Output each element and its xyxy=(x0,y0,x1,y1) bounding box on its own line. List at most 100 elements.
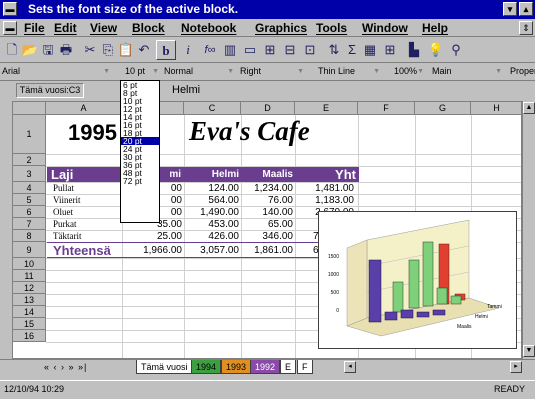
font-select[interactable]: Arial ▼ xyxy=(2,64,112,79)
tab-tama-vuosi[interactable]: Tämä vuosi xyxy=(136,360,193,374)
cell-b[interactable]: 00 xyxy=(163,183,182,194)
font-size-option[interactable]: 72 pt xyxy=(121,177,159,186)
header-e[interactable]: Yht xyxy=(296,167,356,182)
print-icon[interactable]: 🖶 xyxy=(56,40,76,60)
title-year[interactable]: 1995 xyxy=(68,120,117,146)
row-header-2[interactable]: 2 xyxy=(13,154,46,166)
row-header-8[interactable]: 8 xyxy=(13,230,46,242)
page-select[interactable]: Main ▼ xyxy=(432,64,504,79)
col-header-c[interactable]: C xyxy=(184,102,241,115)
cell-e[interactable]: 1,183.00 xyxy=(296,195,354,206)
vertical-scrollbar[interactable]: ▲ ▼ xyxy=(522,101,535,359)
menu-window[interactable]: Window xyxy=(362,21,408,35)
header-c[interactable]: Helmi xyxy=(185,169,239,180)
chart-icon[interactable]: ▥ xyxy=(220,40,240,60)
cell-c[interactable]: 1,490.00 xyxy=(185,207,239,218)
row-header-7[interactable]: 7 xyxy=(13,218,46,230)
italic-icon[interactable]: i xyxy=(178,40,198,60)
tab-nav-arrows[interactable]: « ‹ › » »| xyxy=(40,360,91,374)
cell-d[interactable]: 65.00 xyxy=(242,219,293,230)
cell-label[interactable]: Viinerit xyxy=(53,195,80,205)
tab-1993[interactable]: 1993 xyxy=(221,360,252,374)
paste-icon[interactable]: 📋 xyxy=(116,40,136,60)
total-label[interactable]: Yhteensä xyxy=(53,243,111,258)
properties-select[interactable]: Proper xyxy=(510,64,535,79)
restore-icon[interactable]: ⇕ xyxy=(519,21,533,35)
scroll-up-icon[interactable]: ▲ xyxy=(523,102,535,114)
cell-c[interactable]: 564.00 xyxy=(185,195,239,206)
open-icon[interactable]: 📂 xyxy=(20,40,40,60)
row-header-5[interactable]: 5 xyxy=(13,194,46,206)
row-header-3[interactable]: 3 xyxy=(13,166,46,182)
tab-1992[interactable]: 1992 xyxy=(250,360,281,374)
cut-icon[interactable]: ✂ xyxy=(80,40,100,60)
row-header-1[interactable]: 1 xyxy=(13,115,46,154)
save-icon[interactable]: 🖫 xyxy=(38,40,58,60)
input-value[interactable]: Helmi xyxy=(172,84,200,96)
scroll-down-icon[interactable]: ▼ xyxy=(523,345,535,357)
menu-tools[interactable]: Tools xyxy=(316,21,347,35)
coach-icon[interactable]: ⚲ xyxy=(446,40,466,60)
cell-label[interactable]: Pullat xyxy=(53,183,74,193)
header-b[interactable]: mi xyxy=(163,169,181,180)
menu-notebook[interactable]: Notebook xyxy=(181,21,236,35)
cell-e[interactable]: 1,481.00 xyxy=(296,183,354,194)
menu-file[interactable]: File xyxy=(24,21,45,35)
doc-menu-icon[interactable]: ▬ xyxy=(3,21,17,35)
cell-label[interactable]: Täktarit xyxy=(53,231,82,241)
size-select[interactable]: 10 pt ▼ xyxy=(125,64,161,79)
row-header-15[interactable]: 15 xyxy=(13,318,46,330)
menu-help[interactable]: Help xyxy=(422,21,448,35)
style-select[interactable]: Normal ▼ xyxy=(164,64,236,79)
cell-label[interactable]: Purkat xyxy=(53,219,77,229)
cell-reference[interactable]: Tämä vuosi:C3 xyxy=(16,83,84,98)
insert-icon[interactable]: ⊞ xyxy=(260,40,280,60)
row-header-11[interactable]: 11 xyxy=(13,270,46,282)
fit-icon[interactable]: ⊡ xyxy=(300,40,320,60)
maximize-icon[interactable]: ▴ xyxy=(519,2,533,16)
textbox-icon[interactable]: ▭ xyxy=(240,40,260,60)
col-header-f[interactable]: F xyxy=(358,102,415,115)
tab-f[interactable]: F xyxy=(297,360,313,374)
minimize-icon[interactable]: ▾ xyxy=(503,2,517,16)
row-header-16[interactable]: 16 xyxy=(13,330,46,342)
new-icon[interactable]: 🗋 xyxy=(2,40,22,60)
align-select[interactable]: Right ▼ xyxy=(240,64,306,79)
line-select[interactable]: Thin Line ▼ xyxy=(318,64,382,79)
col-header-a[interactable]: A xyxy=(46,102,122,115)
col-header-d[interactable]: D xyxy=(241,102,295,115)
hscroll-right-icon[interactable]: ▸ xyxy=(510,361,522,373)
header-d[interactable]: Maalis xyxy=(242,169,293,180)
delete-icon[interactable]: ⊟ xyxy=(280,40,300,60)
cell-b[interactable]: 25.00 xyxy=(133,231,182,242)
menu-graphics[interactable]: Graphics xyxy=(255,21,307,35)
total-d[interactable]: 1,861.00 xyxy=(242,245,293,256)
menu-block[interactable]: Block xyxy=(132,21,165,35)
bulb-icon[interactable]: 💡 xyxy=(426,40,446,60)
row-header-10[interactable]: 10 xyxy=(13,258,46,270)
col-header-e[interactable]: E xyxy=(295,102,358,115)
grid-icon[interactable]: ⊞ xyxy=(380,40,400,60)
row-header-14[interactable]: 14 xyxy=(13,306,46,318)
font-size-list[interactable]: 6 pt 8 pt 10 pt 12 pt 14 pt 16 pt 18 pt … xyxy=(120,80,160,223)
cell-b[interactable]: 00 xyxy=(163,195,182,206)
total-b[interactable]: 1,966.00 xyxy=(125,245,182,256)
row-header-9[interactable]: 9 xyxy=(13,242,46,258)
tab-1994[interactable]: 1994 xyxy=(191,360,222,374)
total-c[interactable]: 3,057.00 xyxy=(185,245,239,256)
cell-d[interactable]: 1,234.00 xyxy=(242,183,293,194)
menu-edit[interactable]: Edit xyxy=(54,21,77,35)
col-header-h[interactable]: H xyxy=(471,102,521,115)
copy-icon[interactable]: ⎘ xyxy=(98,40,118,60)
row-header-13[interactable]: 13 xyxy=(13,294,46,306)
cell-c[interactable]: 124.00 xyxy=(185,183,239,194)
sum-icon[interactable]: Σ xyxy=(342,40,362,60)
expert-icon[interactable]: ▙ xyxy=(404,40,424,60)
menu-view[interactable]: View xyxy=(90,21,117,35)
bold-icon[interactable]: b xyxy=(156,40,176,60)
col-header-g[interactable]: G xyxy=(415,102,471,115)
undo-icon[interactable]: ↶ xyxy=(134,40,154,60)
cell-label[interactable]: Oluet xyxy=(53,207,73,217)
select-all[interactable] xyxy=(13,102,46,115)
cell-b[interactable]: 00 xyxy=(163,207,182,218)
